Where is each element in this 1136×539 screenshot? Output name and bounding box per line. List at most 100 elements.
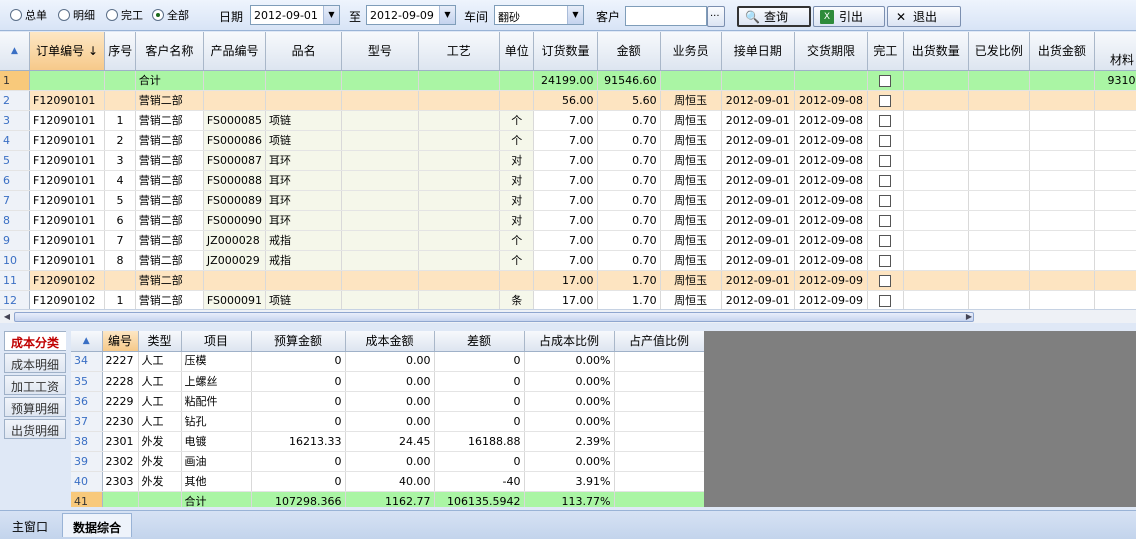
col-order-date[interactable]: 接单日期: [721, 32, 795, 71]
workshop-select[interactable]: 翻砂 ▼: [494, 5, 584, 25]
customer-cell: 营销二部: [135, 130, 204, 151]
finished-checkbox[interactable]: [879, 94, 892, 107]
order-grid[interactable]: ▲ 订单编号 ↓ 序号 客户名称 产品编号 品名 型号 工艺 单位 订货数量 金…: [0, 32, 1136, 309]
col-qty[interactable]: 订货数量: [533, 32, 598, 71]
table-row[interactable]: 7 F12090101 5 营销二部 FS000089 耳环对 7.00 0.70 周恒玉 201…: [0, 190, 1136, 211]
exit-button[interactable]: ✕ 退出: [887, 6, 961, 27]
finished-checkbox[interactable]: [879, 294, 892, 307]
chevron-down-icon[interactable]: ▼: [567, 6, 583, 24]
table-row[interactable]: 36 2229 人工 粘配件 0 0.00 0 0.00%: [71, 391, 704, 412]
radio-summary[interactable]: 总单: [10, 7, 47, 23]
finished-checkbox[interactable]: [879, 234, 892, 247]
col-cost-ratio[interactable]: 占成本比例: [524, 331, 615, 352]
tab-data-summary[interactable]: 数据综合: [62, 513, 133, 537]
material-cell: [1094, 150, 1136, 171]
col-customer[interactable]: 客户名称: [135, 32, 204, 71]
material-cell: [1094, 230, 1136, 251]
table-row[interactable]: 38 2301 外发 电镀 16213.33 24.45 16188.88 2.39%: [71, 431, 704, 452]
finished-checkbox[interactable]: [879, 154, 892, 167]
table-row[interactable]: 34 2227 人工 压模 0 0.00 0 0.00%: [71, 351, 704, 372]
finished-checkbox[interactable]: [879, 194, 892, 207]
col-name[interactable]: 品名: [265, 32, 343, 71]
radio-finished[interactable]: 完工: [106, 7, 143, 23]
col-type[interactable]: 类型: [138, 331, 182, 352]
chevron-down-icon[interactable]: ▼: [439, 6, 455, 24]
table-row[interactable]: 39 2302 外发 画油 0 0.00 0 0.00%: [71, 451, 704, 472]
col-budget[interactable]: 预算金额: [251, 331, 346, 352]
finished-checkbox[interactable]: [879, 254, 892, 267]
col-material[interactable]: 材料: [1094, 32, 1136, 71]
total-row[interactable]: 41 合计 107298.366 1162.77 106135.5942 113.77%: [71, 491, 704, 507]
finished-cell: [867, 170, 904, 191]
date-to-field[interactable]: 2012-09-09 ▼: [366, 5, 456, 25]
col-product-no[interactable]: 产品编号: [203, 32, 266, 71]
table-row[interactable]: 4 F12090101 2 营销二部 FS000086 项链个 7.00 0.70 周恒玉 201…: [0, 130, 1136, 151]
finished-checkbox[interactable]: [879, 114, 892, 127]
table-row[interactable]: 35 2228 人工 上螺丝 0 0.00 0 0.00%: [71, 371, 704, 392]
tab-main-window[interactable]: 主窗口: [2, 513, 58, 537]
seq-cell: 6: [104, 210, 136, 231]
finished-checkbox[interactable]: [879, 134, 892, 147]
finished-checkbox[interactable]: [879, 174, 892, 187]
scroll-thumb[interactable]: [14, 312, 974, 322]
table-row[interactable]: 40 2303 外发 其他 0 40.00 -40 3.91%: [71, 471, 704, 492]
col-shipped-ratio[interactable]: 已发比例: [968, 32, 1030, 71]
col-salesman[interactable]: 业务员: [660, 32, 722, 71]
col-model[interactable]: 型号: [341, 32, 419, 71]
table-row[interactable]: 6 F12090101 4 营销二部 FS000088 耳环对 7.00 0.70 周恒玉 201…: [0, 170, 1136, 191]
scroll-right-icon[interactable]: ▶: [963, 311, 975, 323]
col-cost[interactable]: 成本金额: [345, 331, 435, 352]
budget-cell: 0: [251, 451, 346, 472]
table-row[interactable]: 12 F12090102 1 营销二部 FS000091 项链条 17.00 1.70 周恒玉 2…: [0, 290, 1136, 309]
table-row[interactable]: 11 F12090102 营销二部 17.00 1.70 周恒玉 2012-09-01 201…: [0, 270, 1136, 291]
customer-picker-button[interactable]: ···: [707, 6, 725, 27]
horizontal-scrollbar[interactable]: ◀ ▶: [0, 309, 1136, 323]
table-row[interactable]: 8 F12090101 6 营销二部 FS000090 耳环对 7.00 0.70 周恒玉 201…: [0, 210, 1136, 231]
col-order-no[interactable]: 订单编号 ↓: [29, 32, 106, 71]
scroll-left-icon[interactable]: ◀: [1, 311, 13, 323]
table-row[interactable]: 5 F12090101 3 营销二部 FS000087 耳环对 7.00 0.70 周恒玉 201…: [0, 150, 1136, 171]
tab-shipment-detail[interactable]: 出货明细: [4, 419, 66, 439]
salesman-cell: [660, 70, 722, 91]
cost-grid[interactable]: ▲ 编号 类型 项目 预算金额 成本金额 差额 占成本比例 占产值比例 34 22…: [71, 331, 704, 507]
export-button[interactable]: X 引出: [813, 6, 885, 27]
date-from-field[interactable]: 2012-09-01 ▼: [250, 5, 340, 25]
col-output-ratio[interactable]: 占产值比例: [614, 331, 704, 352]
table-row[interactable]: 3 F12090101 1 营销二部 FS000085 项链个 7.00 0.70 周恒玉 201…: [0, 110, 1136, 131]
cost-ratio-cell: 113.77%: [524, 491, 615, 507]
col-unit[interactable]: 单位: [499, 32, 535, 71]
query-button[interactable]: 🔍 查询: [737, 6, 811, 27]
corner-cell[interactable]: ▲: [0, 32, 30, 71]
col-seq[interactable]: 序号: [104, 32, 136, 71]
tab-cost-detail[interactable]: 成本明细: [4, 353, 66, 373]
material-cell: [1094, 270, 1136, 291]
finished-checkbox[interactable]: [879, 74, 892, 87]
table-row[interactable]: 10 F12090101 8 营销二部 JZ000029 戒指个 7.00 0.70 周恒玉 20…: [0, 250, 1136, 271]
table-row[interactable]: 9 F12090101 7 营销二部 JZ000028 戒指个 7.00 0.70 周恒玉 201…: [0, 230, 1136, 251]
finished-checkbox[interactable]: [879, 214, 892, 227]
col-amount[interactable]: 金额: [597, 32, 661, 71]
col-due-date[interactable]: 交货期限: [794, 32, 869, 71]
tab-processing-wage[interactable]: 加工工资: [4, 375, 66, 395]
col-item[interactable]: 项目: [181, 331, 252, 352]
customer-cell: 营销二部: [135, 190, 204, 211]
col-process[interactable]: 工艺: [418, 32, 500, 71]
col-code[interactable]: 编号: [102, 331, 139, 352]
table-row[interactable]: 2 F12090101 营销二部 56.00 5.60 周恒玉 2012-09-01 2012…: [0, 90, 1136, 111]
radio-all[interactable]: 全部: [152, 7, 189, 23]
table-row[interactable]: 1 合计 24199.0091546.60 9310.6: [0, 70, 1136, 91]
col-finished[interactable]: 完工: [867, 32, 904, 71]
finished-checkbox[interactable]: [879, 274, 892, 287]
corner-cell[interactable]: ▲: [71, 331, 103, 352]
product-no-cell: FS000085: [203, 110, 266, 131]
chevron-down-icon[interactable]: ▼: [323, 6, 339, 24]
col-shipped-qty[interactable]: 出货数量: [903, 32, 969, 71]
tab-budget-detail[interactable]: 预算明细: [4, 397, 66, 417]
table-row[interactable]: 37 2230 人工 钻孔 0 0.00 0 0.00%: [71, 411, 704, 432]
model-cell: [341, 170, 419, 191]
customer-input[interactable]: [625, 6, 707, 26]
radio-detail[interactable]: 明细: [58, 7, 95, 23]
tab-cost-category[interactable]: 成本分类: [4, 331, 66, 351]
col-diff[interactable]: 差额: [434, 331, 525, 352]
col-shipped-amount[interactable]: 出货金额: [1029, 32, 1095, 71]
